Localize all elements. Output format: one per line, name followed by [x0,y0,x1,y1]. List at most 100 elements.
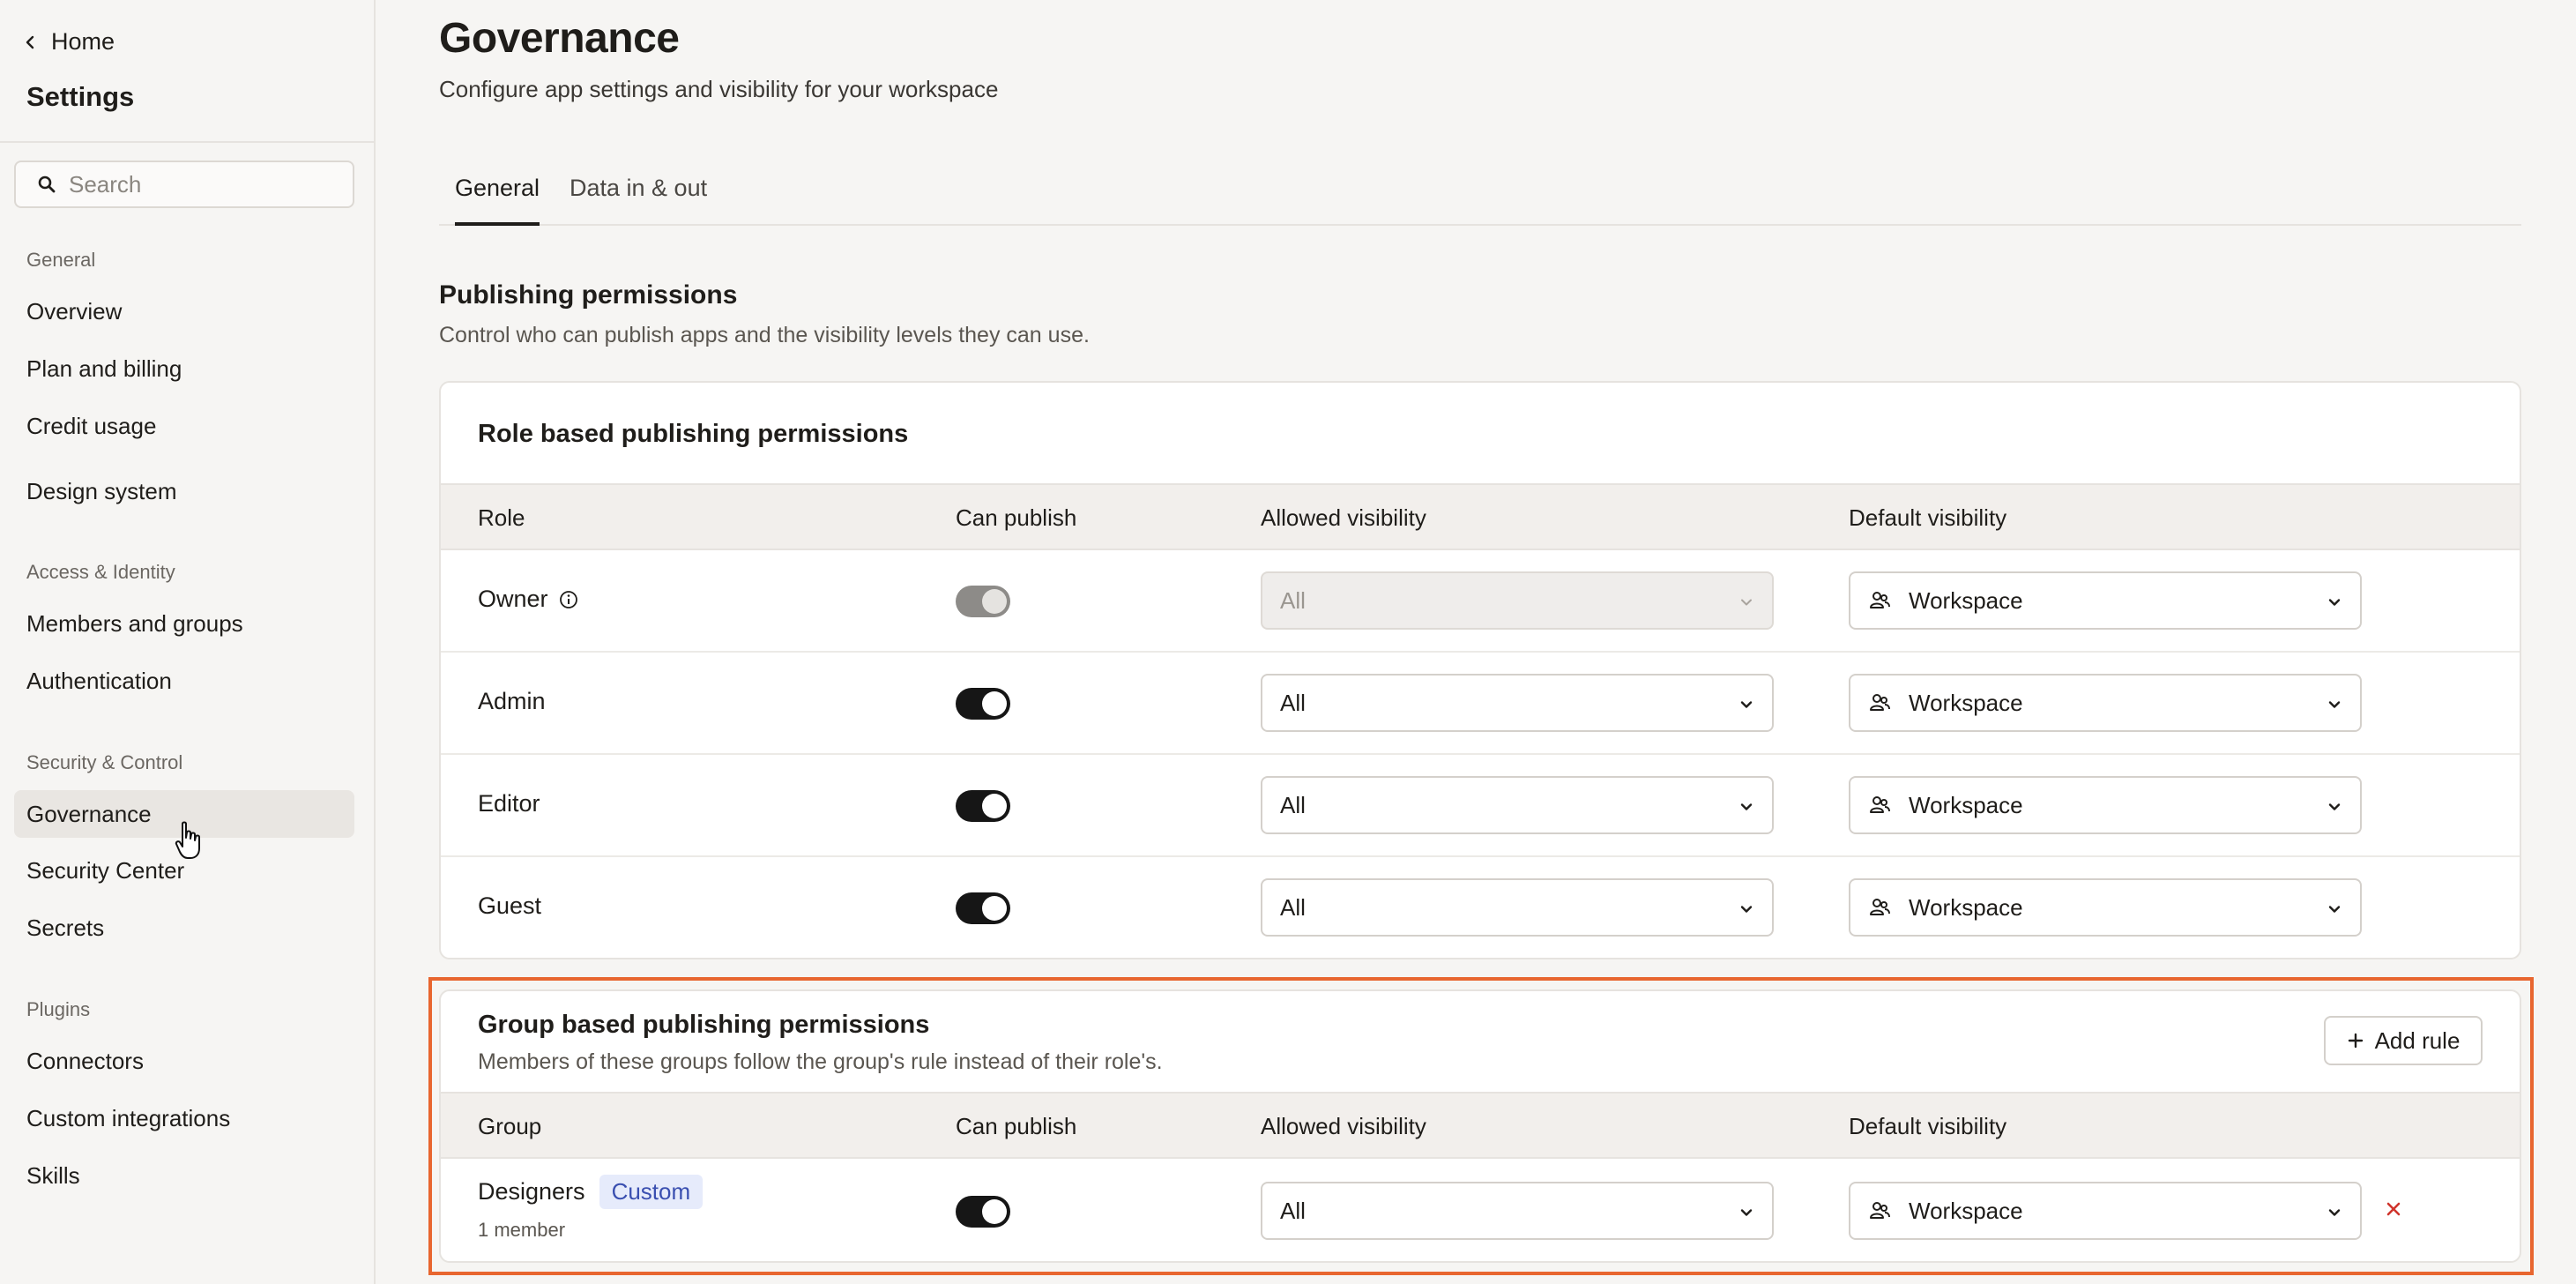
allowed-visibility-value: All [1280,791,1306,818]
role-card-title: Role based publishing permissions [478,420,909,448]
default-visibility-value: Workspace [1909,689,2023,716]
column-header-can-publish: Can publish [956,504,1077,531]
can-publish-toggle[interactable] [956,1196,1010,1228]
can-publish-toggle [956,586,1010,617]
toggle-knob [982,691,1007,716]
sidebar-item-overview[interactable]: Overview [14,287,354,335]
role-table-header: Role Can publish Allowed visibility Defa… [441,483,2520,550]
workspace-icon [1870,592,1890,608]
chevron-down-icon [1740,906,1753,913]
workspace-icon [1870,796,1890,813]
default-visibility-value: Workspace [1909,791,2023,818]
add-rule-button[interactable]: Add rule [2324,1016,2483,1065]
publishing-permissions-title: Publishing permissions [439,280,738,310]
plus-icon [2348,1033,2363,1049]
group-cell: Designers Custom [478,1175,704,1209]
default-visibility-select[interactable]: Workspace [1849,776,2362,834]
sidebar-item-members-and-groups[interactable]: Members and groups [14,600,354,647]
search-placeholder: Search [69,170,142,198]
group-name: Designers [478,1178,585,1205]
role-cell: Editor [478,790,540,817]
toggle-knob [982,1199,1007,1224]
role-cell: Admin [478,688,546,715]
chevron-down-icon [2328,803,2341,810]
group-table-header: Group Can publish Allowed visibility Def… [441,1092,2520,1159]
sidebar-item-credit-usage[interactable]: Credit usage [14,402,354,450]
section-label-security-control: Security & Control [26,751,183,773]
sidebar-item-plan-and-billing[interactable]: Plan and billing [14,345,354,392]
sidebar-item-connectors[interactable]: Connectors [14,1037,354,1085]
role-cell: Owner [478,586,578,613]
search-icon [38,175,56,193]
hand-pointer-cursor-icon [175,821,200,859]
remove-rule-icon[interactable] [2384,1199,2403,1219]
tab-bar: General Data in & out [439,159,2521,226]
role-name: Owner [478,586,548,612]
add-rule-label: Add rule [2374,1026,2461,1054]
column-header-can-publish: Can publish [956,1113,1077,1139]
allowed-visibility-value: All [1280,689,1306,716]
default-visibility-value: Workspace [1909,1197,2023,1224]
sidebar-item-skills[interactable]: Skills [14,1152,354,1199]
chevron-down-icon [2328,599,2341,606]
page-subtitle: Configure app settings and visibility fo… [439,76,999,102]
section-label-general: General [26,249,96,271]
role-name: Guest [478,892,542,919]
main-content: Governance Configure app settings and vi… [377,0,2576,1284]
toggle-knob [982,589,1007,614]
sidebar-item-secrets[interactable]: Secrets [14,904,354,952]
allowed-visibility-select: All [1261,571,1774,630]
allowed-visibility-select[interactable]: All [1261,776,1774,834]
allowed-visibility-select[interactable]: All [1261,1182,1774,1240]
sidebar-item-design-system[interactable]: Design system [14,467,354,515]
default-visibility-value: Workspace [1909,893,2023,921]
section-label-access-identity: Access & Identity [26,561,175,583]
can-publish-toggle[interactable] [956,892,1010,924]
table-row-editor: Editor All Workspace [441,755,2520,857]
chevron-down-icon [1741,599,1752,606]
custom-badge: Custom [599,1175,704,1209]
default-visibility-select[interactable]: Workspace [1849,1182,2362,1240]
group-card-title: Group based publishing permissions [478,1011,930,1039]
sidebar-header: Home Settings [0,0,374,143]
group-card-subtitle: Members of these groups follow the group… [478,1049,1163,1074]
allowed-visibility-value: All [1280,1197,1306,1224]
column-header-default-visibility: Default visibility [1849,1113,2007,1139]
table-row-guest: Guest All Workspace [441,857,2520,958]
group-permissions-card: Group based publishing permissions Membe… [439,989,2521,1263]
toggle-knob [982,794,1007,818]
sidebar-search-input[interactable]: Search [14,160,354,208]
chevron-left-icon [26,35,34,49]
info-icon[interactable] [559,590,578,609]
chevron-down-icon [1740,701,1753,708]
column-header-allowed-visibility: Allowed visibility [1261,504,1426,531]
settings-sidebar: Home Settings Search General Overview Pl… [0,0,376,1284]
can-publish-toggle[interactable] [956,688,1010,720]
chevron-down-icon [1740,1209,1753,1216]
toggle-knob [982,896,1007,921]
allowed-visibility-select[interactable]: All [1261,878,1774,937]
tab-data-in-out[interactable]: Data in & out [570,175,707,226]
allowed-visibility-select[interactable]: All [1261,674,1774,732]
role-name: Admin [478,688,546,714]
default-visibility-value: Workspace [1909,586,2023,614]
column-header-default-visibility: Default visibility [1849,504,2007,531]
chevron-down-icon [2328,906,2341,913]
allowed-visibility-value: All [1280,893,1306,921]
sidebar-item-authentication[interactable]: Authentication [14,657,354,705]
default-visibility-select[interactable]: Workspace [1849,571,2362,630]
sidebar-item-custom-integrations[interactable]: Custom integrations [14,1094,354,1142]
allowed-visibility-value: All [1280,586,1306,614]
default-visibility-select[interactable]: Workspace [1849,674,2362,732]
home-link[interactable]: Home [23,28,115,56]
workspace-icon [1870,899,1890,915]
table-row-admin: Admin All Workspace [441,653,2520,755]
workspace-icon [1870,694,1890,711]
default-visibility-select[interactable]: Workspace [1849,878,2362,937]
can-publish-toggle[interactable] [956,790,1010,822]
tab-general[interactable]: General [455,175,540,226]
column-header-role: Role [478,504,525,531]
chevron-down-icon [1740,803,1753,810]
workspace-icon [1870,1202,1890,1219]
home-label: Home [51,28,115,55]
